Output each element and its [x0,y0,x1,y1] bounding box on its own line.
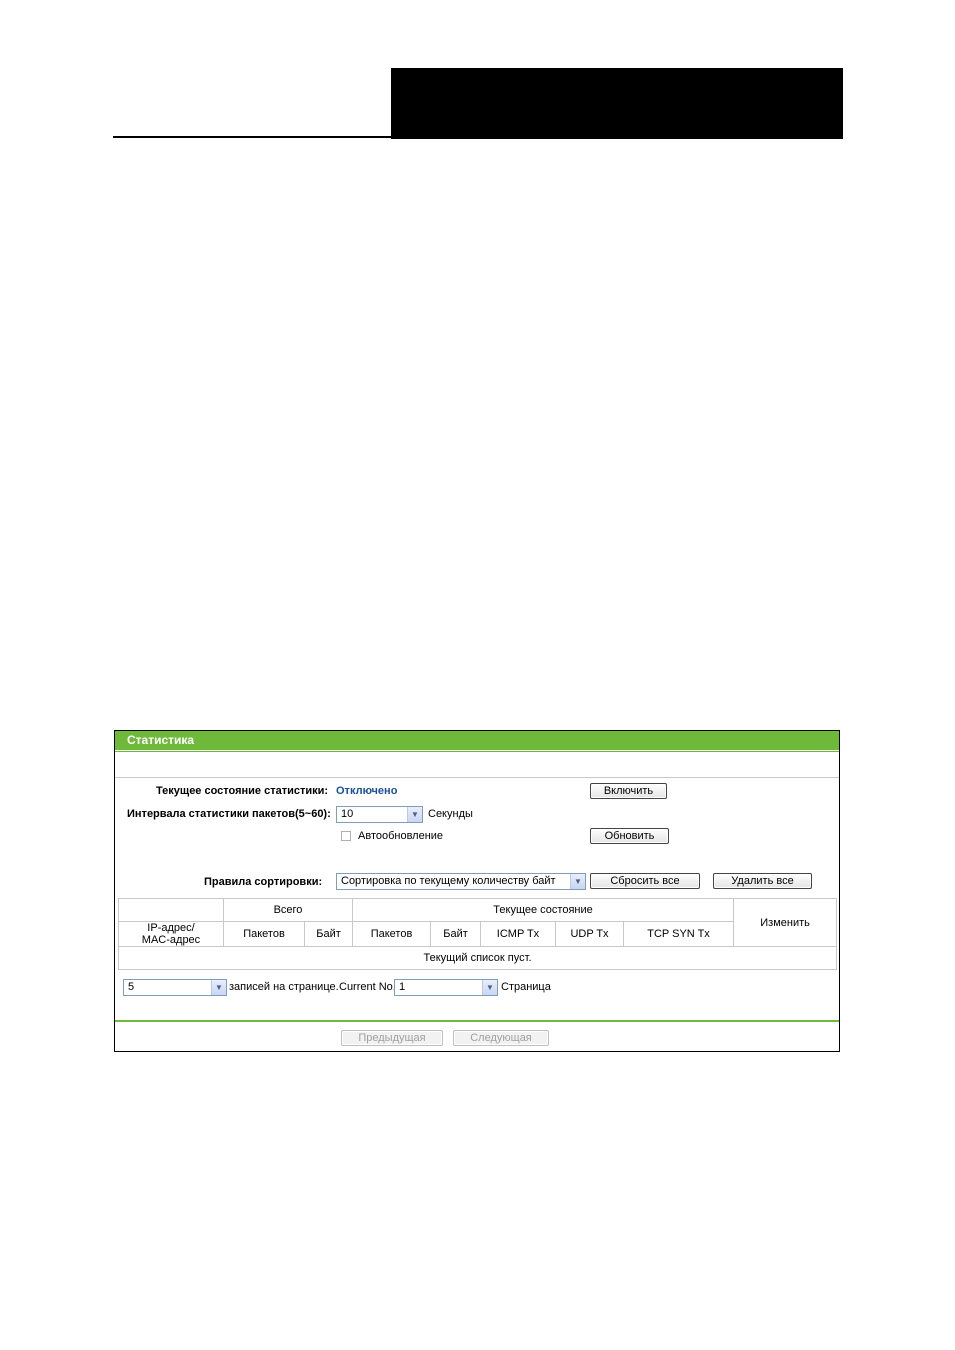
table-empty-row: Текущий список пуст. [117,946,838,970]
statistics-panel: Статистика Текущее состояние статистики:… [114,730,840,1052]
header-group-total: Всего [223,898,353,922]
chevron-down-icon[interactable]: ▼ [407,807,422,822]
header-ipmac-line1: IP-адрес/ [147,922,195,935]
auto-refresh-label: Автообновление [358,830,444,842]
header-tcp-syn-tx: TCP SYN Tx [622,921,735,947]
header-total-bytes: Байт [304,921,353,947]
header-ipmac: IP-адрес/ MAC-адрес [118,921,224,947]
current-page-select[interactable]: 1 ▼ [394,979,498,996]
auto-refresh-checkbox[interactable] [341,831,351,841]
header-ipmac-line2: MAC-адрес [141,934,201,946]
header-ipmac-spacer [118,898,224,922]
statistics-table: Всего Текущее состояние Изменить IP-адре… [117,898,838,970]
chevron-down-icon[interactable]: ▼ [570,874,585,889]
prev-button[interactable]: Предыдущая [341,1030,443,1046]
header-current-packets: Пакетов [352,921,431,947]
header-icmp-tx: ICMP Tx [480,921,556,947]
page-label: Страница [501,981,551,993]
table-header-row-1: Всего Текущее состояние Изменить [118,898,838,947]
per-page-select[interactable]: 5 ▼ [123,979,227,996]
interval-select[interactable]: 10 ▼ [336,806,423,823]
reset-all-button[interactable]: Сбросить все [590,873,700,889]
header-group-current: Текущее состояние [351,898,735,922]
header-edit: Изменить [733,898,838,947]
page-header-rule [113,136,391,138]
sort-label: Правила сортировки: [204,876,323,888]
status-value: Отключено [336,785,398,797]
interval-unit: Секунды [428,808,473,820]
enable-button[interactable]: Включить [590,783,667,799]
bottom-rule [115,1020,839,1022]
sort-value: Сортировка по текущему количеству байт [341,875,556,887]
per-page-label: записей на странице. [229,981,339,993]
current-no-label: Current No. [339,981,396,993]
header-current-bytes: Байт [430,921,481,947]
separator [115,777,839,778]
page-header-block [391,68,843,139]
current-page-value: 1 [399,981,406,993]
per-page-value: 5 [128,981,135,993]
table-header-row-2: IP-адрес/ MAC-адрес Пакетов Байт Пакетов… [118,921,837,947]
header-total-packets: Пакетов [223,921,305,947]
chevron-down-icon[interactable]: ▼ [482,980,497,995]
title-rule [115,751,839,752]
empty-message: Текущий список пуст. [117,946,838,970]
delete-all-button[interactable]: Удалить все [713,873,812,889]
interval-value: 10 [341,808,354,820]
sort-select[interactable]: Сортировка по текущему количеству байт ▼ [336,873,586,890]
header-udp-tx: UDP Tx [555,921,624,947]
next-button[interactable]: Следующая [453,1030,549,1046]
status-label: Текущее состояние статистики: [156,785,329,797]
interval-label: Интервала статистики пакетов(5~60): [127,808,331,820]
refresh-button[interactable]: Обновить [590,828,669,844]
chevron-down-icon[interactable]: ▼ [211,980,226,995]
panel-title: Статистика [115,731,839,750]
